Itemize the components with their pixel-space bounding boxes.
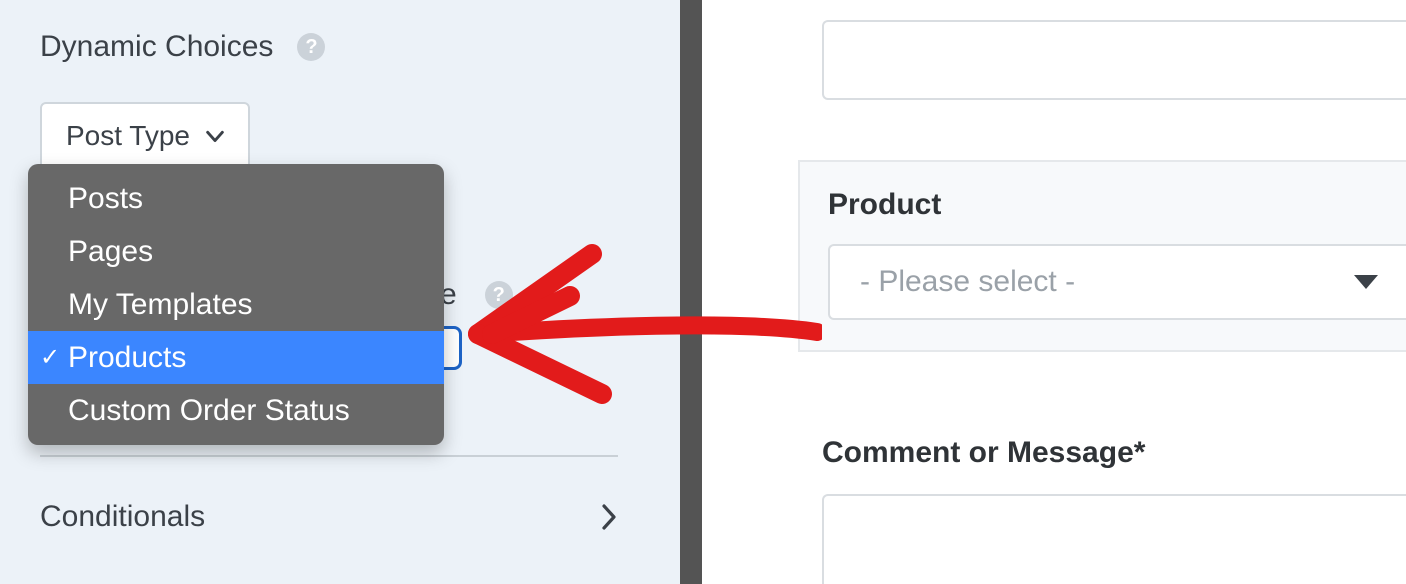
post-type-dropdown: Posts Pages My Templates ✓ Products Cust… xyxy=(28,164,444,445)
caret-down-icon xyxy=(1354,275,1378,289)
product-field-wrapper: Product - Please select - xyxy=(798,160,1406,352)
help-icon[interactable]: ? xyxy=(297,33,325,61)
post-type-select[interactable]: Post Type xyxy=(40,102,250,170)
dropdown-item-my-templates[interactable]: My Templates xyxy=(28,278,444,331)
text-input-above[interactable] xyxy=(822,20,1406,100)
dropdown-item-pages[interactable]: Pages xyxy=(28,225,444,278)
product-select[interactable]: - Please select - xyxy=(828,244,1406,320)
dropdown-item-posts[interactable]: Posts xyxy=(28,172,444,225)
dynamic-choices-label: Dynamic Choices xyxy=(40,30,273,64)
chevron-right-icon xyxy=(600,503,618,531)
conditionals-label: Conditionals xyxy=(40,500,205,534)
dropdown-item-products[interactable]: ✓ Products xyxy=(28,331,444,384)
settings-sidebar: Dynamic Choices ? Post Type e ? Posts Pa… xyxy=(0,0,702,584)
post-type-select-label: Post Type xyxy=(66,120,190,152)
product-field-label: Product xyxy=(828,188,1406,222)
required-asterisk: * xyxy=(1134,436,1146,469)
checkmark-icon: ✓ xyxy=(40,340,60,376)
hidden-row-peek: e ? xyxy=(440,278,513,312)
help-icon[interactable]: ? xyxy=(485,281,513,309)
form-preview: Product - Please select - Comment or Mes… xyxy=(702,0,1406,584)
comment-field-label: Comment or Message* xyxy=(822,436,1145,470)
dynamic-choices-heading: Dynamic Choices ? xyxy=(40,30,640,64)
section-divider xyxy=(40,455,618,457)
conditionals-section[interactable]: Conditionals xyxy=(40,500,618,534)
comment-textarea[interactable] xyxy=(822,494,1406,584)
dropdown-item-custom-order-status[interactable]: Custom Order Status xyxy=(28,384,444,437)
product-select-placeholder: - Please select - xyxy=(860,265,1075,299)
chevron-down-icon xyxy=(204,125,226,147)
